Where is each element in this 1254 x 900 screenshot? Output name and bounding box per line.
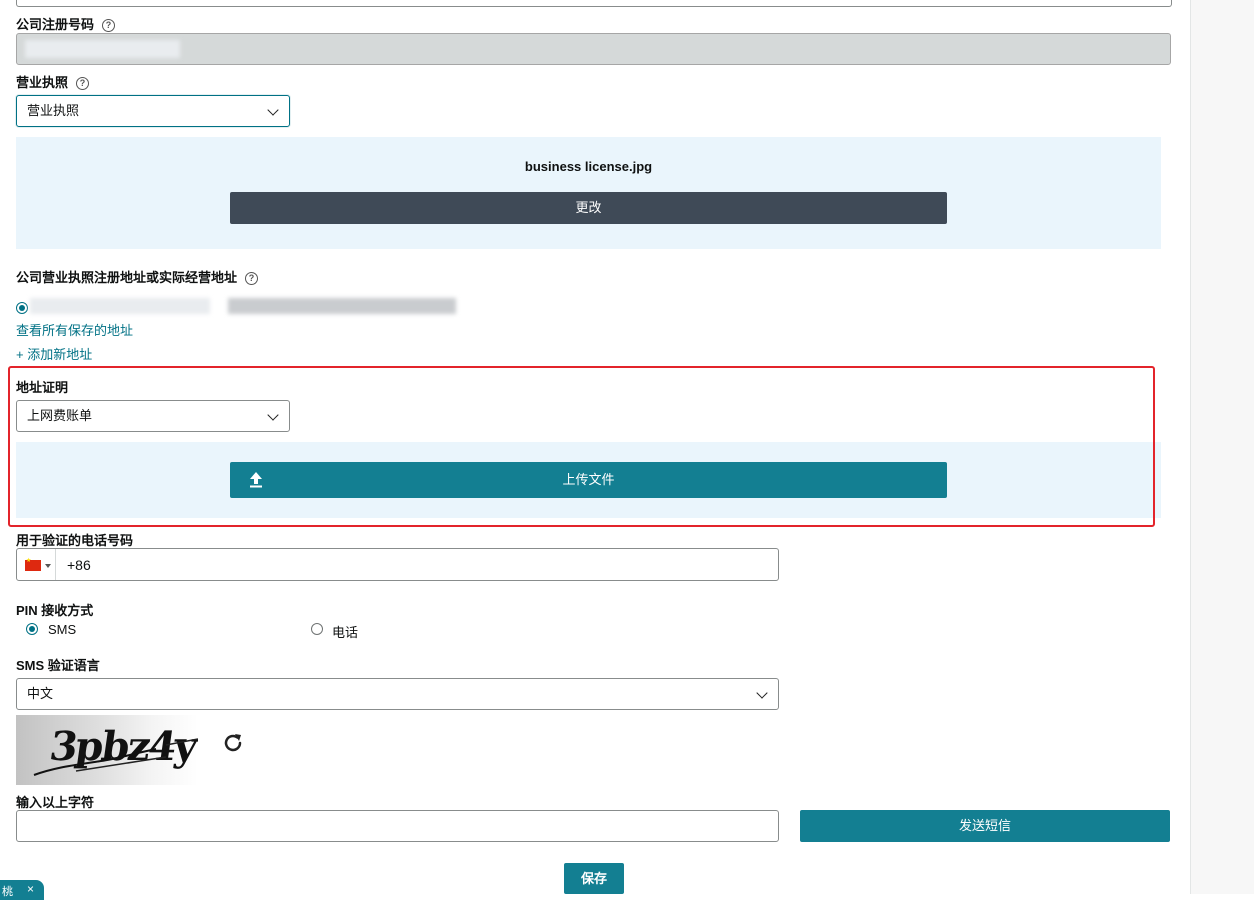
change-file-button[interactable]: 更改 bbox=[230, 192, 947, 224]
captcha-noise-lines bbox=[33, 738, 198, 776]
sms-language-label: SMS 验证语言 bbox=[16, 658, 100, 673]
pin-sms-radio[interactable] bbox=[26, 623, 38, 635]
save-button[interactable]: 保存 bbox=[564, 863, 624, 894]
highlight-box bbox=[8, 366, 1155, 527]
phone-label: 用于验证的电话号码 bbox=[16, 533, 134, 548]
badge-text: 桃 bbox=[2, 886, 13, 898]
pin-method-label: PIN 接收方式 bbox=[16, 603, 94, 618]
captcha-input-label: 输入以上字符 bbox=[16, 795, 95, 810]
pin-sms-label: SMS bbox=[48, 622, 77, 637]
license-file-name: business license.jpg bbox=[524, 159, 653, 174]
redacted-address bbox=[30, 298, 210, 314]
pin-phone-label: 电话 bbox=[332, 625, 359, 640]
refresh-icon[interactable] bbox=[221, 731, 245, 755]
address-radio[interactable] bbox=[16, 302, 28, 314]
previous-field-input[interactable] bbox=[16, 0, 1172, 7]
captcha-image: 3pbz4y bbox=[16, 715, 198, 785]
caret-down-icon bbox=[45, 564, 51, 568]
help-icon[interactable]: ? bbox=[245, 272, 259, 285]
captcha-input[interactable] bbox=[16, 810, 779, 842]
redacted-value bbox=[25, 40, 180, 58]
reg-number-input bbox=[16, 33, 1171, 65]
chevron-down-icon bbox=[267, 104, 279, 116]
floating-badge[interactable]: 桃 × bbox=[0, 880, 44, 900]
pin-phone-radio[interactable] bbox=[311, 623, 323, 635]
address-label: 公司营业执照注册地址或实际经营地址? bbox=[16, 267, 259, 286]
redacted-address bbox=[228, 298, 456, 314]
license-upload-panel: business license.jpg 更改 bbox=[16, 137, 1161, 249]
help-icon[interactable]: ? bbox=[102, 19, 116, 32]
license-label: 营业执照? bbox=[16, 72, 90, 91]
phone-input[interactable]: +86 bbox=[16, 548, 779, 581]
view-saved-addresses-link[interactable]: 查看所有保存的地址 bbox=[16, 320, 133, 339]
help-icon[interactable]: ? bbox=[76, 77, 90, 90]
sms-language-select[interactable]: 中文 bbox=[16, 678, 779, 710]
send-sms-button[interactable]: 发送短信 bbox=[800, 810, 1170, 842]
country-code-select[interactable] bbox=[17, 549, 56, 580]
china-flag-icon bbox=[25, 557, 41, 571]
chevron-down-icon bbox=[756, 687, 768, 699]
reg-number-label: 公司注册号码? bbox=[16, 14, 116, 33]
license-type-select[interactable]: 营业执照 bbox=[16, 95, 290, 127]
right-sidebar bbox=[1190, 0, 1254, 894]
add-address-link[interactable]: + 添加新地址 bbox=[16, 344, 92, 363]
phone-value: +86 bbox=[67, 557, 91, 573]
